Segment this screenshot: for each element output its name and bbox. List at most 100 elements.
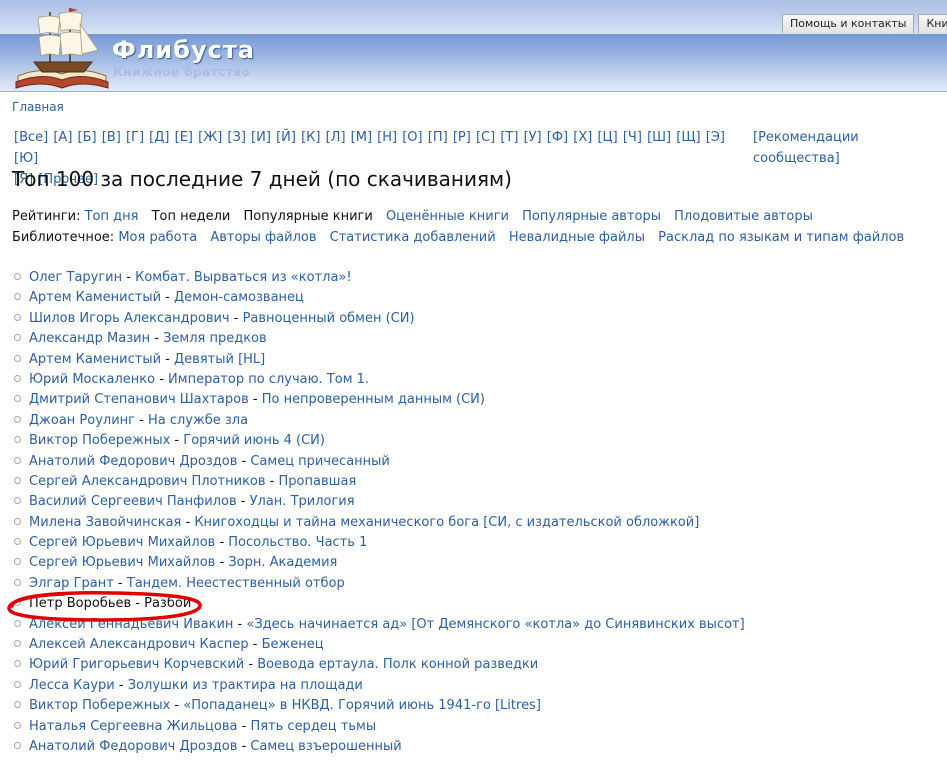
alpha-link-kh[interactable]: [Х] [573,130,592,145]
circle-bullet-icon [14,313,21,321]
author-link[interactable]: Сергей Юрьевич Михайлов [29,535,215,550]
alpha-link-a[interactable]: [А] [53,130,72,145]
author-link[interactable]: Артем Каменистый [29,290,161,305]
alpha-link-f[interactable]: [Ф] [547,130,568,145]
book-title-link[interactable]: Комбат. Вырваться из «котла»! [135,270,351,285]
alpha-link-e[interactable]: [Е] [175,130,193,145]
book-title-link[interactable]: Земля предков [163,331,267,346]
alpha-link-ch[interactable]: [Ч] [623,130,642,145]
alpha-link-sh[interactable]: [Ш] [647,130,671,145]
book-title-link[interactable]: Пропавшая [279,474,357,489]
alpha-link-shch[interactable]: [Щ] [676,130,700,145]
book-title-link[interactable]: Самец взъерошенный [250,739,401,754]
recommendations-link[interactable]: [Рекомендации сообщества] [753,130,859,166]
separator: - [122,270,136,285]
list-item: Василий Сергеевич Панфилов - Улан. Трило… [14,492,745,512]
author-link[interactable]: Наталья Сергеевна Жильцова [29,719,237,734]
alpha-link-r[interactable]: [Р] [453,130,471,145]
book-title-link[interactable]: Беженец [262,637,324,652]
ratings-rated-books[interactable]: Оценённые книги [386,209,509,224]
alpha-link-yu[interactable]: [Ю] [14,151,38,166]
ratings-prolific-authors[interactable]: Плодовитые авторы [674,209,813,224]
alpha-link-eh[interactable]: [Э] [706,130,725,145]
ship-on-book-icon[interactable] [12,4,112,92]
alpha-link-t[interactable]: [Т] [500,130,518,145]
alpha-link-d[interactable]: [Д] [149,130,169,145]
author-link[interactable]: Василий Сергеевич Панфилов [29,494,237,509]
list-item: Анатолий Федорович Дроздов - Самец взъер… [14,737,745,757]
book-title-link[interactable]: Тандем. Неестественный отбор [127,576,345,591]
tab-help-contacts[interactable]: Помощь и контакты [782,14,915,33]
author-link[interactable]: Шилов Игорь Александрович [29,311,230,326]
book-title-link[interactable]: Девятый [HL] [174,352,265,367]
author-link[interactable]: Олег Таругин [29,270,122,285]
author-link[interactable]: Анатолий Федорович Дроздов [29,739,237,754]
breadcrumb-home[interactable]: Главная [12,100,64,114]
book-title-link[interactable]: Воевода ертаула. Полк конной разведки [257,657,538,672]
author-link[interactable]: Виктор Побережных [29,433,170,448]
library-nav: Библиотечное: Моя работа Авторы файлов С… [12,230,913,245]
author-link[interactable]: Юрий Григорьевич Корчевский [29,657,244,672]
book-title-link[interactable]: Золушки из трактира на площади [128,678,363,693]
book-title-link[interactable]: По непроверенным данным (СИ) [262,392,485,407]
alpha-link-iy[interactable]: [Й] [276,130,296,145]
book-title-link[interactable]: Император по случаю. Том 1. [168,372,369,387]
book-title-link[interactable]: Улан. Трилогия [250,494,355,509]
alpha-link-s[interactable]: [С] [476,130,495,145]
alpha-link-k[interactable]: [К] [301,130,320,145]
book-title-link[interactable]: Равноценный обмен (СИ) [243,311,415,326]
library-my-work[interactable]: Моя работа [118,230,197,245]
library-add-stats[interactable]: Статистика добавлений [330,230,496,245]
list-item: Наталья Сергеевна Жильцова - Пять сердец… [14,717,745,737]
author-link[interactable]: Алексей Геннадьевич Ивакин [29,617,233,632]
alpha-link-b[interactable]: [Б] [78,130,97,145]
book-title-link[interactable]: Зорн. Академия [228,555,337,570]
ratings-top-day[interactable]: Топ дня [85,209,139,224]
tab-books[interactable]: Книг [918,14,947,33]
author-link[interactable]: Петр Воробьев [29,596,131,611]
author-link[interactable]: Юрий Москаленко [29,372,155,387]
alpha-link-n[interactable]: [Н] [377,130,397,145]
author-link[interactable]: Дмитрий Степанович Шахтаров [29,392,249,407]
alpha-link-zh[interactable]: [Ж] [198,130,222,145]
book-title-link[interactable]: «Здесь начинается ад» [От Демянского «ко… [246,617,744,632]
book-title-link[interactable]: Самец причесанный [250,454,390,469]
author-link[interactable]: Александр Мазин [29,331,150,346]
author-link[interactable]: Алексей Александрович Каспер [29,637,249,652]
separator: - [215,555,229,571]
author-link[interactable]: Артем Каменистый [29,352,161,367]
alpha-link-ts[interactable]: [Ц] [597,130,617,145]
alpha-link-z[interactable]: [З] [227,130,245,145]
library-file-authors[interactable]: Авторы файлов [210,230,316,245]
library-lang-types[interactable]: Расклад по языкам и типам файлов [658,230,904,245]
alpha-link-o[interactable]: [О] [402,130,422,145]
author-link[interactable]: Милена Завойчинская [29,515,181,530]
library-invalid-files[interactable]: Невалидные файлы [509,230,645,245]
author-link[interactable]: Лесса Каури [29,678,115,693]
alpha-link-v[interactable]: [В] [102,130,121,145]
book-title-link[interactable]: Пять сердец тьмы [250,719,376,734]
author-link[interactable]: Сергей Юрьевич Михайлов [29,555,215,570]
alpha-link-u[interactable]: [У] [524,130,542,145]
alpha-link-p[interactable]: [П] [428,130,448,145]
book-title-link[interactable]: Книгоходцы и тайна механического бога [С… [194,515,699,530]
alpha-link-all[interactable]: [Все] [14,130,48,145]
author-link[interactable]: Сергей Александрович Плотников [29,474,266,489]
book-title-link[interactable]: Разбой [144,596,191,611]
author-link[interactable]: Анатолий Федорович Дроздов [29,454,237,469]
separator: - [161,290,175,306]
author-link[interactable]: Элгар Грант [29,576,114,591]
author-link[interactable]: Джоан Роулинг [29,413,135,428]
book-title-link[interactable]: На службе зла [148,413,248,428]
alpha-link-i[interactable]: [И] [251,130,271,145]
book-title-link[interactable]: Горячий июнь 4 (СИ) [183,433,325,448]
alpha-link-l[interactable]: [Л] [326,130,346,145]
book-title-link[interactable]: Демон-самозванец [174,290,304,305]
author-link[interactable]: Виктор Побережных [29,698,170,713]
book-title-link[interactable]: «Попаданец» в НКВД. Горячий июнь 1941-го… [183,698,541,713]
alpha-link-g[interactable]: [Г] [126,130,144,145]
alpha-link-m[interactable]: [М] [351,130,372,145]
book-title-link[interactable]: Посольство. Часть 1 [228,535,367,550]
site-title[interactable]: Флибуста [112,36,255,64]
ratings-popular-authors[interactable]: Популярные авторы [522,209,661,224]
